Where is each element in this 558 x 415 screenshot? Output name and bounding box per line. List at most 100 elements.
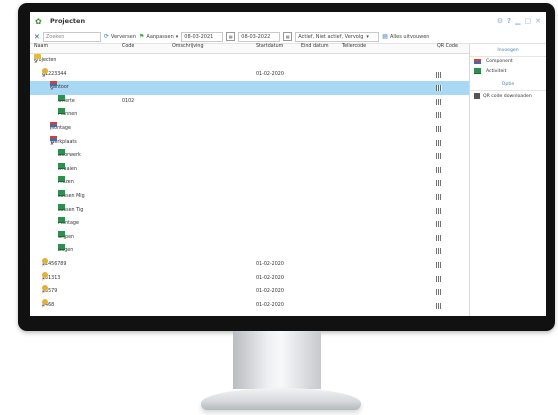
insert-component-button[interactable]: Component xyxy=(470,57,546,66)
row-name-cell: Boorwerk xyxy=(58,149,81,163)
table-row[interactable]: ◢ E1223344 01-02-2020 xyxy=(30,67,469,82)
activity-icon xyxy=(58,189,65,196)
table-row[interactable]: Montage xyxy=(30,217,469,231)
col-end-date[interactable]: Eind datum xyxy=(301,44,329,49)
row-start-date: 01-02-2020 xyxy=(256,261,284,267)
activity-icon xyxy=(58,176,65,183)
qr-code-icon[interactable] xyxy=(436,180,442,187)
expand-all-button[interactable]: ▤ Alles uitvouwen xyxy=(382,33,430,40)
qr-code-icon[interactable] xyxy=(436,207,442,214)
insert-activity-button[interactable]: Activiteit xyxy=(470,66,546,76)
close-icon[interactable]: ✕ xyxy=(34,33,40,41)
table-row[interactable]: Slijpen xyxy=(30,230,469,245)
row-name-cell: Zagen xyxy=(58,244,73,258)
options-section-header: Optie xyxy=(470,78,546,91)
qr-code-icon[interactable] xyxy=(436,85,442,92)
refresh-button[interactable]: ⟳ Verversen xyxy=(103,32,137,40)
row-name-cell: ◢ Werkplaats xyxy=(50,135,77,150)
chevron-down-icon: ▾ xyxy=(366,33,369,40)
date-from-field[interactable]: 08-03-2021 xyxy=(181,31,224,42)
activity-icon xyxy=(58,203,65,210)
qr-code-icon[interactable] xyxy=(436,261,442,268)
qr-code-icon[interactable] xyxy=(436,139,442,146)
qr-code-icon[interactable] xyxy=(436,248,442,255)
row-name-cell: Slijpen xyxy=(58,230,74,245)
row-name-cell: ◢ Projecten xyxy=(34,54,56,68)
project-icon xyxy=(42,298,48,305)
table-row[interactable]: Frezen xyxy=(30,176,469,190)
component-label: Component xyxy=(486,59,513,64)
component-icon xyxy=(50,81,57,87)
table-row[interactable]: ▷ 13579 01-02-2020 xyxy=(30,285,469,299)
qr-code-icon[interactable] xyxy=(436,289,442,296)
search-input[interactable]: Zoeken xyxy=(42,31,101,42)
activity-icon xyxy=(58,230,65,237)
qr-code-icon[interactable] xyxy=(436,153,442,160)
col-code[interactable]: Code xyxy=(122,44,134,49)
activity-label: Activiteit xyxy=(486,68,507,74)
side-panel: Invoegen Component Activiteit Optie QR c… xyxy=(470,44,546,316)
refresh-icon: ⟳ xyxy=(103,32,109,40)
qr-code-icon[interactable] xyxy=(436,193,442,200)
qr-code-icon[interactable] xyxy=(436,125,442,132)
maximize-icon[interactable]: □ xyxy=(525,17,532,25)
table-row[interactable]: ◢ Kantoor xyxy=(30,81,469,95)
table-row[interactable]: ◢ Projecten xyxy=(30,54,469,68)
minimize-icon[interactable]: ▁ xyxy=(515,17,520,25)
qr-download-button[interactable]: QR code downloaden xyxy=(470,91,546,101)
row-start-date: 01-02-2020 xyxy=(256,302,284,308)
status-filter-value: Actief, Niet actief, Vervolg xyxy=(298,33,364,40)
row-name-cell: ▷ 12456789 xyxy=(42,257,66,272)
project-icon xyxy=(42,271,48,278)
qr-code-icon[interactable] xyxy=(436,275,442,282)
col-counter-code[interactable]: Tellercode xyxy=(342,44,366,49)
table-row[interactable]: Boorwerk xyxy=(30,149,469,163)
settings-icon[interactable]: ⚙ xyxy=(497,17,503,25)
activity-icon xyxy=(58,217,65,224)
row-code: 0102 xyxy=(122,98,135,104)
table-row[interactable]: Zagen xyxy=(30,244,469,258)
qr-code-icon[interactable] xyxy=(436,221,442,228)
table-row[interactable]: ◢ Werkplaats xyxy=(30,135,469,150)
close-window-icon[interactable]: ✕ xyxy=(535,17,541,25)
monitor-stand-neck xyxy=(233,331,321,389)
table-row[interactable]: ▷ 131313 01-02-2020 xyxy=(30,271,469,286)
col-qr-code[interactable]: QR Code xyxy=(437,44,458,49)
qr-code-icon[interactable] xyxy=(436,112,442,119)
activity-icon xyxy=(58,108,65,115)
qr-code-icon[interactable] xyxy=(436,166,442,173)
col-name[interactable]: Naam xyxy=(34,44,48,49)
qr-code-icon xyxy=(474,93,480,99)
refresh-label: Verversen xyxy=(110,33,137,40)
row-name-cell: ▷ 131313 xyxy=(42,271,60,286)
row-name-cell: Offerte xyxy=(58,94,75,109)
expand-all-label: Alles uitvouwen xyxy=(389,33,430,40)
qr-code-icon[interactable] xyxy=(436,302,442,309)
row-name-cell: ◢ Kantoor xyxy=(50,81,69,95)
table-row[interactable]: Plannen xyxy=(30,108,469,122)
table-row[interactable]: Lassen Tig xyxy=(30,203,469,218)
table-row[interactable]: Draaien xyxy=(30,162,469,177)
col-description[interactable]: Omschrijving xyxy=(172,44,204,49)
table-row[interactable]: ▷ 2468 01-02-2020 xyxy=(30,298,469,313)
table-row[interactable]: Lassen Mig xyxy=(30,189,469,204)
activity-icon xyxy=(58,244,65,251)
row-name-cell: Montage xyxy=(58,217,79,231)
col-start-date[interactable]: Startdatum xyxy=(256,44,283,49)
row-start-date: 01-02-2020 xyxy=(256,71,284,77)
qr-code-icon[interactable] xyxy=(436,71,442,78)
project-icon xyxy=(42,67,48,74)
calendar-icon[interactable]: ▦ xyxy=(226,32,236,41)
calendar-icon[interactable]: ▦ xyxy=(283,32,293,41)
app-window: ✿ Projecten ⚙ ? ▁ □ ✕ ✕ Zoeken ⟳ Ververs… xyxy=(30,12,546,316)
status-filter-select[interactable]: Actief, Niet actief, Vervolg ▾ xyxy=(295,31,380,42)
table-row[interactable]: ▷ 12456789 01-02-2020 xyxy=(30,257,469,272)
help-icon[interactable]: ? xyxy=(507,17,511,25)
qr-code-icon[interactable] xyxy=(436,234,442,241)
table-row[interactable]: Offerte 0102 xyxy=(30,94,469,109)
insert-section-header: Invoegen xyxy=(470,44,546,57)
qr-code-icon[interactable] xyxy=(436,98,442,105)
date-to-field[interactable]: 08-03-2022 xyxy=(238,31,281,42)
table-row[interactable]: ▷ Montage xyxy=(30,121,469,136)
filter-button[interactable]: ⚑ Aanpassen ▾ xyxy=(139,33,178,40)
